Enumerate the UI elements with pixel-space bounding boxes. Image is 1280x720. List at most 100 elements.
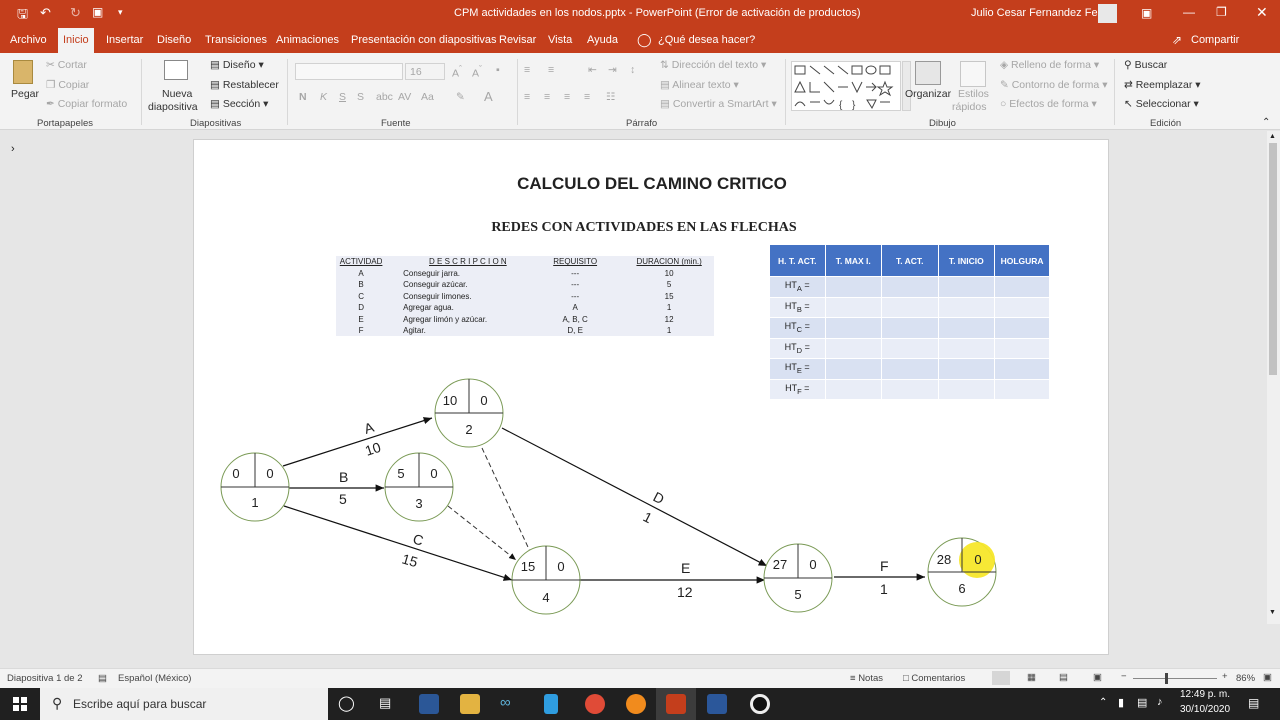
firefox-icon[interactable]	[626, 694, 646, 714]
arrow-d[interactable]	[501, 427, 768, 567]
font-family-select[interactable]	[295, 63, 403, 80]
file-explorer-icon[interactable]	[460, 694, 480, 714]
zoom-level[interactable]: 86%	[1236, 673, 1255, 684]
section-button[interactable]: ▤ Sección ▾	[210, 98, 268, 110]
paste-button[interactable]: Pegar	[11, 88, 39, 100]
maximize-icon[interactable]: ❐	[1216, 5, 1227, 19]
font-color-icon[interactable]: A	[484, 89, 493, 104]
font-size-select[interactable]: 16	[405, 63, 445, 80]
node-4[interactable]: 15 0 4	[511, 545, 581, 615]
shrink-font-icon[interactable]: Aˇ	[472, 64, 482, 80]
store-icon[interactable]	[419, 694, 439, 714]
select-button[interactable]: ↖ Seleccionar ▾	[1124, 98, 1199, 110]
slide-sorter-icon[interactable]: ▦	[1027, 672, 1036, 683]
char-spacing-icon[interactable]: AV	[398, 91, 411, 103]
justify-icon[interactable]: ≡	[584, 91, 590, 103]
tell-me-input[interactable]: ¿Qué desea hacer?	[658, 34, 755, 46]
tab-diseno[interactable]: Diseño	[157, 34, 191, 46]
minimize-icon[interactable]: —	[1183, 5, 1195, 19]
language[interactable]: Español (México)	[118, 673, 191, 684]
bold-button[interactable]: N	[299, 91, 307, 103]
scroll-down-icon[interactable]: ▼	[1269, 609, 1276, 616]
arrow-c[interactable]	[283, 505, 513, 581]
reading-view-icon[interactable]: ▤	[1059, 672, 1068, 683]
share-button[interactable]: Compartir	[1191, 34, 1239, 46]
decrease-indent-icon[interactable]: ⇤	[588, 64, 597, 76]
normal-view-icon[interactable]	[992, 671, 1010, 685]
quick-styles-label[interactable]: Estilos	[958, 88, 989, 100]
arduino-icon[interactable]: ∞	[500, 694, 511, 711]
record-icon[interactable]	[750, 694, 770, 714]
text-direction-button[interactable]: ⇅ Dirección del texto ▾	[660, 59, 766, 71]
node-1[interactable]: 0 0 1	[220, 452, 290, 522]
clock-date[interactable]: 30/10/2020	[1180, 704, 1230, 715]
increase-indent-icon[interactable]: ⇥	[608, 64, 617, 76]
scroll-thumb[interactable]	[1269, 143, 1277, 375]
windows-start-icon[interactable]	[13, 697, 27, 711]
zoom-thumb[interactable]	[1165, 673, 1168, 684]
undo-icon[interactable]: ↶	[40, 5, 51, 21]
volume-icon[interactable]: ♪	[1157, 696, 1163, 708]
chrome-icon[interactable]	[585, 694, 605, 714]
share-icon[interactable]: ⇗	[1172, 33, 1182, 47]
quick-styles-label-2[interactable]: rápidos	[952, 101, 986, 113]
network-icon[interactable]: ▤	[1137, 696, 1147, 709]
align-right-icon[interactable]: ≡	[564, 91, 570, 103]
cut-button[interactable]: ✂ Cortar	[46, 59, 87, 71]
new-slide-icon[interactable]	[164, 60, 188, 80]
powerpoint-icon[interactable]	[666, 694, 686, 714]
zoom-out-icon[interactable]: −	[1121, 671, 1127, 682]
expand-thumbnails-icon[interactable]: ›	[11, 143, 15, 155]
battery-icon[interactable]: ▮	[1118, 696, 1124, 709]
paste-icon[interactable]	[13, 60, 33, 84]
new-slide-label-2[interactable]: diapositiva	[148, 101, 198, 113]
slide-counter[interactable]: Diapositiva 1 de 2	[7, 673, 83, 684]
zoom-in-icon[interactable]: +	[1222, 671, 1228, 682]
taskbar-search[interactable]: ⚲ Escribe aquí para buscar	[40, 688, 328, 720]
spellcheck-icon[interactable]: ▤	[98, 673, 107, 684]
shapes-scroll[interactable]	[902, 61, 911, 111]
network-diagram[interactable]: A 10 B 5 C 15 D 1 E 12 F 1 0 0 1 10 0 2	[194, 140, 1110, 656]
avatar[interactable]	[1098, 4, 1117, 23]
tab-archivo[interactable]: Archivo	[10, 34, 47, 46]
node-6[interactable]: 28 0 6	[927, 537, 997, 607]
highlight-icon[interactable]: ✎	[456, 91, 465, 103]
vertical-scrollbar[interactable]: ▲ ▼	[1267, 131, 1280, 624]
reset-button[interactable]: ▤ Restablecer	[210, 79, 279, 91]
bullets-icon[interactable]: ≡	[524, 64, 530, 76]
find-button[interactable]: ⚲ Buscar	[1124, 59, 1167, 71]
layout-button[interactable]: ▤ Diseño ▾	[210, 59, 264, 71]
node-2[interactable]: 10 0 2	[434, 378, 504, 448]
tab-transiciones[interactable]: Transiciones	[205, 34, 267, 46]
clear-format-icon[interactable]: ▪	[496, 64, 500, 76]
tab-ayuda[interactable]: Ayuda	[587, 34, 618, 46]
arrange-icon[interactable]	[915, 61, 941, 85]
task-view-icon[interactable]: ▤	[379, 695, 391, 711]
shape-effects-button[interactable]: ○ Efectos de forma ▾	[1000, 98, 1097, 110]
align-text-button[interactable]: ▤ Alinear texto ▾	[660, 79, 739, 91]
line-spacing-icon[interactable]: ↕	[630, 64, 635, 76]
numbering-icon[interactable]: ≡	[548, 64, 554, 76]
slideshow-icon[interactable]: ▣	[1093, 672, 1102, 683]
strikethrough-icon[interactable]: abc	[376, 91, 393, 103]
node-3[interactable]: 5 0 3	[384, 452, 454, 522]
scroll-up-icon[interactable]: ▲	[1269, 133, 1276, 140]
clock-time[interactable]: 12:49 p. m.	[1180, 689, 1230, 700]
italic-button[interactable]: K	[320, 91, 327, 103]
zoom-slider[interactable]	[1133, 678, 1217, 679]
close-icon[interactable]: ✕	[1256, 4, 1268, 21]
user-name[interactable]: Julio Cesar Fernandez Felix	[971, 7, 1108, 19]
align-center-icon[interactable]: ≡	[544, 91, 550, 103]
present-icon[interactable]: ▣	[92, 5, 103, 19]
redo-icon[interactable]: ↻	[70, 5, 81, 21]
tab-vista[interactable]: Vista	[548, 34, 572, 46]
columns-icon[interactable]: ☷	[606, 91, 615, 103]
grow-font-icon[interactable]: Aˆ	[452, 64, 462, 80]
notes-button[interactable]: ≡ Notas	[850, 673, 883, 684]
smartart-button[interactable]: ▤ Convertir a SmartArt ▾	[660, 98, 777, 110]
collapse-ribbon-icon[interactable]: ⌃	[1262, 117, 1270, 128]
notepad-icon[interactable]	[544, 694, 558, 714]
dummy-arrow[interactable]	[447, 505, 517, 561]
shape-outline-button[interactable]: ✎ Contorno de forma ▾	[1000, 79, 1107, 91]
tab-insertar[interactable]: Insertar	[106, 34, 143, 46]
